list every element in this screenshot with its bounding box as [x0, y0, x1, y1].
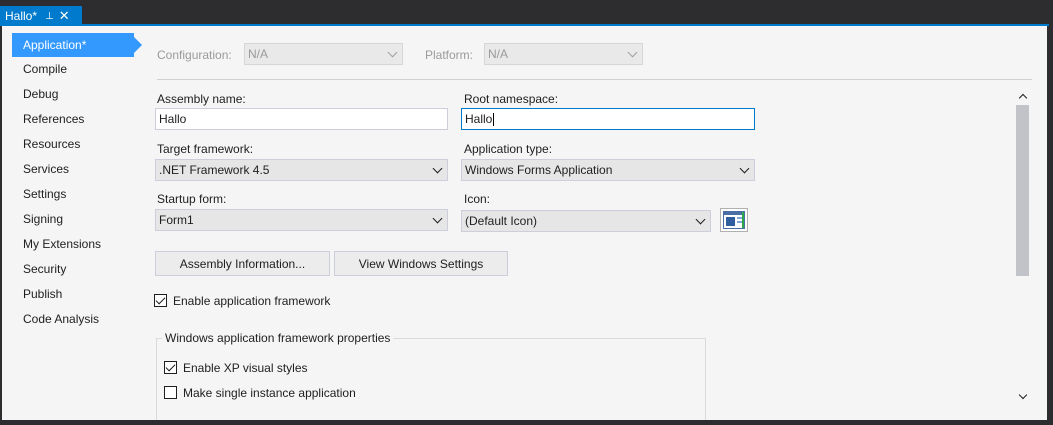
scrollbar-thumb[interactable] [1016, 105, 1029, 276]
chevron-down-icon [739, 163, 750, 174]
root-namespace-input[interactable]: Hallo [461, 108, 755, 130]
application-type-label: Application type: [464, 142, 553, 156]
text-caret [493, 112, 495, 126]
platform-value: N/A [488, 47, 509, 61]
enable-xp-visual-styles-checkbox[interactable] [164, 361, 177, 374]
assembly-name-label: Assembly name: [157, 92, 246, 106]
target-framework-value: .NET Framework 4.5 [159, 163, 270, 177]
chevron-down-icon [432, 163, 443, 174]
assembly-name-value: Hallo [159, 112, 187, 126]
icon-label: Icon: [464, 192, 491, 206]
enable-xp-visual-styles-label[interactable]: Enable XP visual styles [183, 361, 308, 375]
application-type-dropdown[interactable]: Windows Forms Application [461, 159, 755, 181]
close-icon[interactable]: ✕ [59, 9, 70, 22]
nav-item-application[interactable]: Application* [12, 33, 142, 57]
root-namespace-label: Root namespace: [464, 92, 559, 106]
framework-properties-group-title: Windows application framework properties [162, 331, 394, 345]
vertical-scrollbar[interactable] [1014, 86, 1031, 406]
nav-item-compile[interactable]: Compile [12, 57, 134, 81]
nav-item-security[interactable]: Security [12, 257, 134, 281]
assembly-information-button[interactable]: Assembly Information... [155, 251, 330, 276]
separator [157, 79, 1032, 80]
target-framework-dropdown[interactable]: .NET Framework 4.5 [155, 159, 448, 181]
target-framework-label: Target framework: [157, 142, 254, 156]
chevron-down-icon [627, 47, 638, 58]
configuration-label: Configuration: [157, 48, 232, 62]
pin-icon[interactable]: ⊣ [43, 11, 54, 20]
chevron-down-icon [432, 213, 443, 224]
nav-item-resources[interactable]: Resources [12, 132, 134, 156]
scroll-down-arrow-icon[interactable] [1014, 388, 1031, 405]
startup-form-dropdown[interactable]: Form1 [155, 209, 448, 231]
chevron-down-icon [387, 47, 398, 58]
window-icon [723, 211, 745, 229]
single-instance-label[interactable]: Make single instance application [183, 386, 356, 400]
assembly-name-input[interactable]: Hallo [155, 108, 448, 130]
icon-dropdown[interactable]: (Default Icon) [461, 210, 711, 232]
document-tab[interactable]: Hallo* ⊣ ✕ [0, 6, 82, 25]
startup-form-label: Startup form: [157, 192, 227, 206]
framework-properties-group [156, 338, 706, 420]
root-namespace-value: Hallo [465, 112, 493, 126]
document-tab-title: Hallo* [5, 8, 38, 23]
icon-value: (Default Icon) [465, 214, 538, 228]
application-type-value: Windows Forms Application [465, 163, 613, 177]
project-properties-panel: Application* Compile Debug References Re… [2, 26, 1047, 420]
platform-dropdown[interactable]: N/A [484, 43, 643, 65]
nav-item-signing[interactable]: Signing [12, 207, 134, 231]
application-icon-preview [720, 208, 748, 232]
properties-nav: Application* Compile Debug References Re… [2, 26, 142, 420]
nav-item-references[interactable]: References [12, 107, 134, 131]
enable-application-framework-checkbox[interactable] [154, 294, 167, 307]
nav-item-services[interactable]: Services [12, 157, 134, 181]
nav-item-my-extensions[interactable]: My Extensions [12, 232, 134, 256]
nav-item-publish[interactable]: Publish [12, 282, 134, 306]
platform-label: Platform: [425, 48, 474, 62]
scroll-up-arrow-icon[interactable] [1014, 88, 1031, 105]
view-windows-settings-button[interactable]: View Windows Settings [334, 251, 508, 276]
configuration-dropdown[interactable]: N/A [244, 43, 403, 65]
configuration-value: N/A [248, 47, 269, 61]
nav-item-debug[interactable]: Debug [12, 82, 134, 106]
chevron-down-icon [695, 214, 706, 225]
single-instance-checkbox[interactable] [164, 386, 177, 399]
nav-item-settings[interactable]: Settings [12, 182, 134, 206]
document-tab-strip: Hallo* ⊣ ✕ [0, 0, 1053, 26]
enable-application-framework-label[interactable]: Enable application framework [173, 294, 330, 308]
startup-form-value: Form1 [159, 213, 194, 227]
nav-item-code-analysis[interactable]: Code Analysis [12, 307, 134, 331]
